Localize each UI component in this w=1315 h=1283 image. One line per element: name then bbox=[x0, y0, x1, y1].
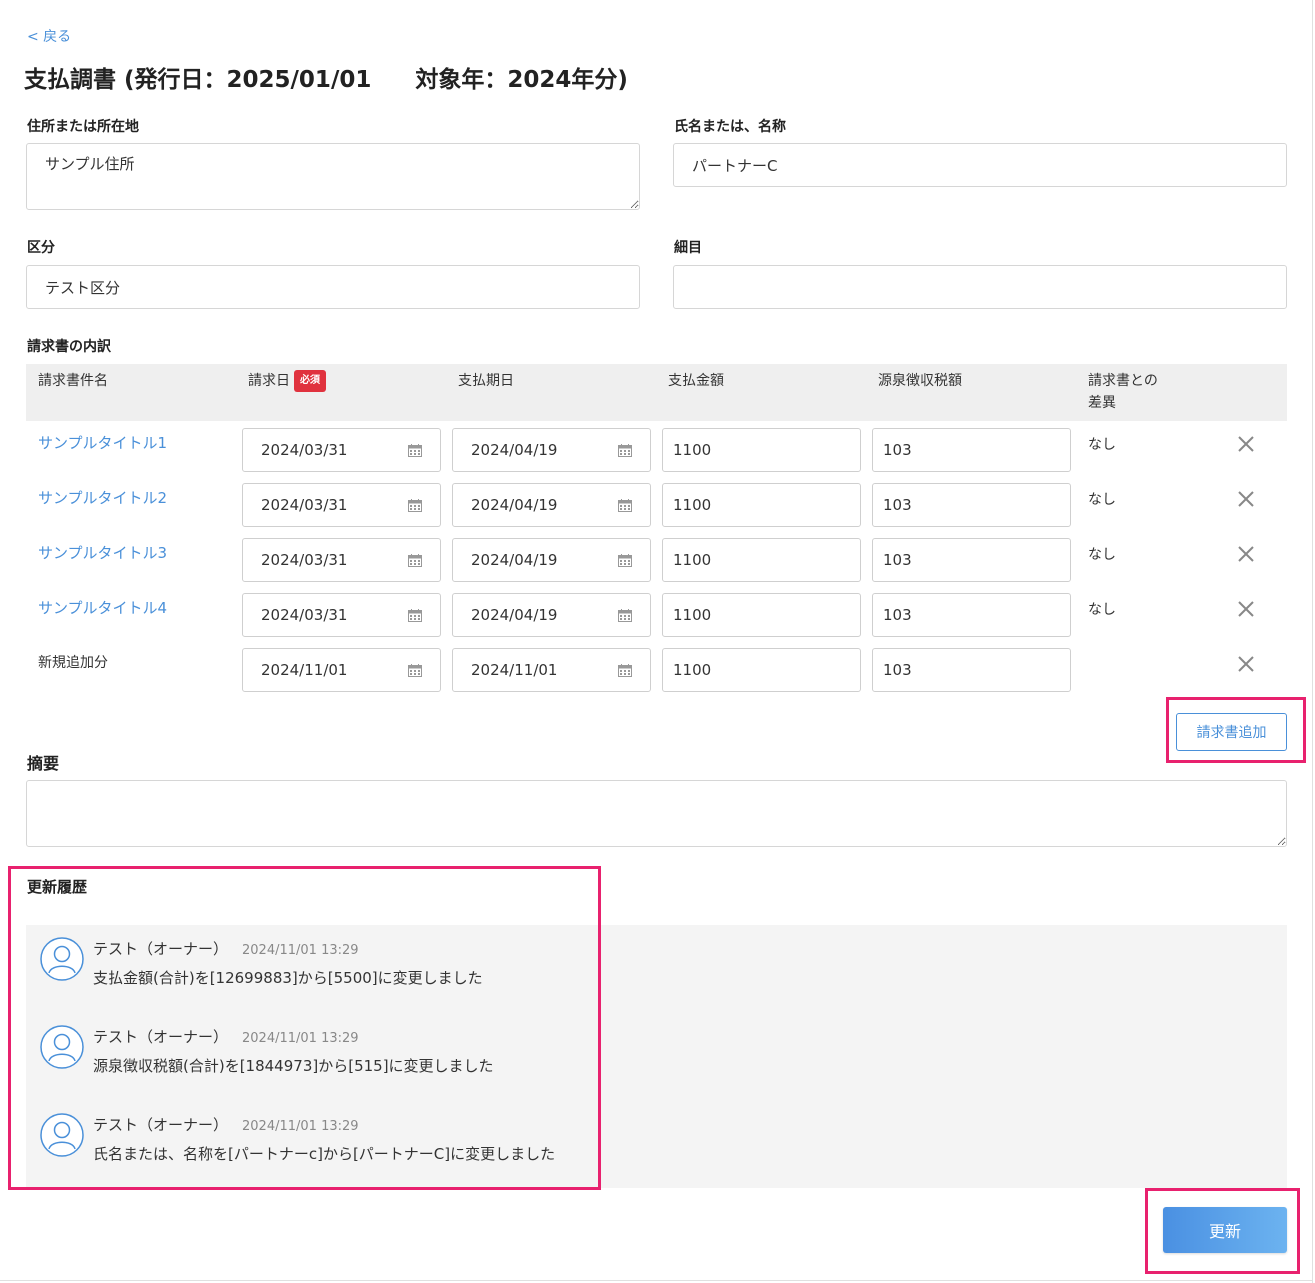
calendar-icon[interactable] bbox=[408, 663, 422, 677]
header-invoice-title: 請求書件名 bbox=[38, 373, 108, 389]
invoice-breakdown-label: 請求書の内訳 bbox=[27, 339, 111, 355]
calendar-icon[interactable] bbox=[618, 663, 632, 677]
invoice-title-link[interactable]: サンプルタイトル3 bbox=[38, 542, 167, 563]
delete-row-button[interactable] bbox=[1235, 598, 1257, 620]
close-icon bbox=[1235, 543, 1257, 565]
header-amount: 支払金額 bbox=[668, 373, 724, 389]
invoice-row-title-new: 新規追加分 bbox=[38, 655, 108, 671]
detail-field[interactable] bbox=[673, 265, 1287, 309]
name-field[interactable] bbox=[673, 143, 1287, 187]
withholding-input[interactable] bbox=[872, 428, 1071, 472]
address-field[interactable]: サンプル住所 bbox=[26, 143, 640, 210]
amount-input[interactable] bbox=[662, 428, 861, 472]
update-button[interactable]: 更新 bbox=[1163, 1207, 1287, 1253]
highlight-history bbox=[8, 866, 601, 1190]
summary-field[interactable] bbox=[26, 780, 1287, 847]
header-invoice-date: 請求日 必須 bbox=[248, 370, 326, 392]
difference-value: なし bbox=[1088, 492, 1116, 508]
calendar-icon[interactable] bbox=[408, 498, 422, 512]
calendar-icon[interactable] bbox=[408, 443, 422, 457]
summary-label: 摘要 bbox=[27, 754, 60, 773]
add-invoice-button[interactable]: 請求書追加 bbox=[1176, 713, 1287, 751]
withholding-input[interactable] bbox=[872, 648, 1071, 692]
amount-input[interactable] bbox=[662, 483, 861, 527]
header-invoice-date-label: 請求日 bbox=[248, 373, 290, 389]
category-label: 区分 bbox=[27, 240, 55, 256]
page-bottom-border bbox=[0, 1280, 1313, 1281]
invoice-title-link[interactable]: サンプルタイトル1 bbox=[38, 432, 167, 453]
header-difference-line1: 請求書との bbox=[1088, 373, 1158, 389]
amount-input[interactable] bbox=[662, 593, 861, 637]
calendar-icon[interactable] bbox=[618, 608, 632, 622]
withholding-input[interactable] bbox=[872, 483, 1071, 527]
header-difference: 請求書との 差異 bbox=[1088, 370, 1158, 414]
difference-value: なし bbox=[1088, 602, 1116, 618]
calendar-icon[interactable] bbox=[618, 498, 632, 512]
delete-row-button[interactable] bbox=[1235, 433, 1257, 455]
calendar-icon[interactable] bbox=[618, 443, 632, 457]
detail-label: 細目 bbox=[674, 240, 702, 256]
invoice-title-link[interactable]: サンプルタイトル4 bbox=[38, 597, 167, 618]
amount-input[interactable] bbox=[662, 648, 861, 692]
withholding-input[interactable] bbox=[872, 538, 1071, 582]
header-difference-line2: 差異 bbox=[1088, 395, 1116, 411]
close-icon bbox=[1235, 653, 1257, 675]
header-due-date: 支払期日 bbox=[458, 373, 514, 389]
header-withholding: 源泉徴収税額 bbox=[878, 373, 962, 389]
page-right-border bbox=[1312, 0, 1313, 1283]
delete-row-button[interactable] bbox=[1235, 543, 1257, 565]
close-icon bbox=[1235, 488, 1257, 510]
page-title-main: 支払調書 (発行日：2025/01/01 bbox=[24, 67, 372, 93]
difference-value: なし bbox=[1088, 437, 1116, 453]
difference-value: なし bbox=[1088, 547, 1116, 563]
calendar-icon[interactable] bbox=[618, 553, 632, 567]
invoice-title-link[interactable]: サンプルタイトル2 bbox=[38, 487, 167, 508]
calendar-icon[interactable] bbox=[408, 608, 422, 622]
withholding-input[interactable] bbox=[872, 593, 1071, 637]
address-label: 住所または所在地 bbox=[27, 119, 139, 135]
category-field[interactable] bbox=[26, 265, 640, 309]
page-title-target-year: 対象年：2024年分) bbox=[415, 67, 628, 93]
delete-row-button[interactable] bbox=[1235, 488, 1257, 510]
amount-input[interactable] bbox=[662, 538, 861, 582]
name-label: 氏名または、名称 bbox=[674, 119, 786, 135]
back-link[interactable]: < 戻る bbox=[27, 26, 71, 46]
required-badge: 必須 bbox=[294, 370, 326, 392]
close-icon bbox=[1235, 433, 1257, 455]
close-icon bbox=[1235, 598, 1257, 620]
invoice-table-header: 請求書件名 請求日 必須 支払期日 支払金額 源泉徴収税額 請求書との差異 bbox=[26, 364, 1287, 421]
calendar-icon[interactable] bbox=[408, 553, 422, 567]
page-title: 支払調書 (発行日：2025/01/01 対象年：2024年分) bbox=[24, 60, 628, 94]
delete-row-button[interactable] bbox=[1235, 653, 1257, 675]
